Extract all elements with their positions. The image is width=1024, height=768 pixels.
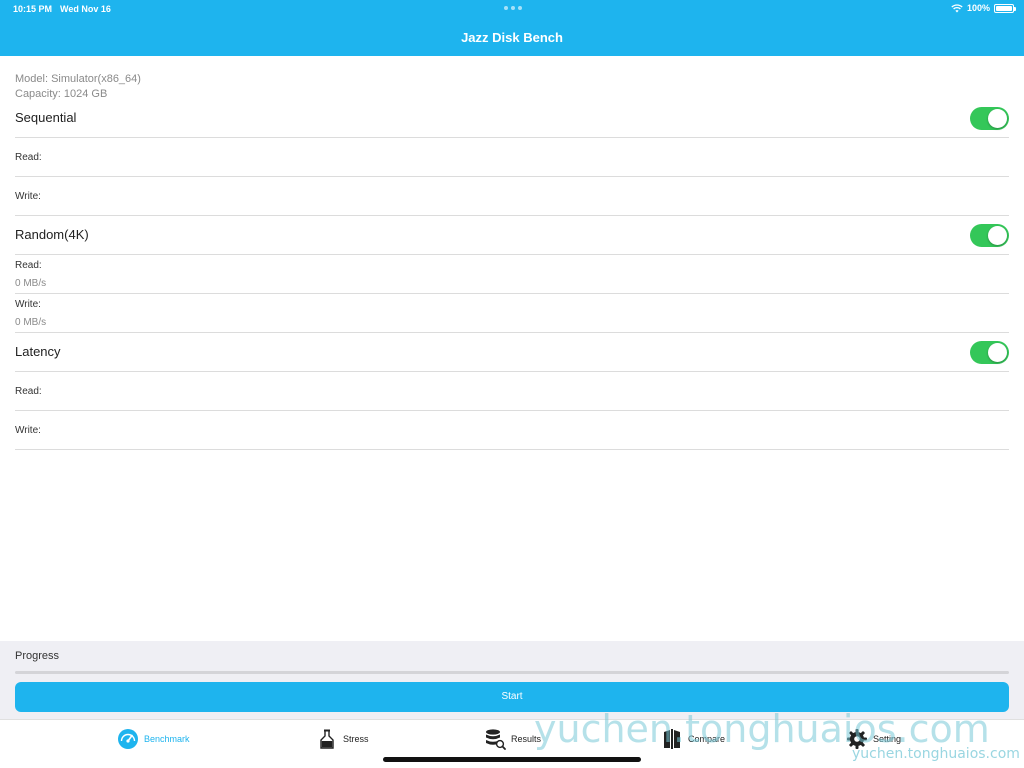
- sequential-write-label: Write:: [15, 191, 41, 202]
- tab-stress[interactable]: Stress: [316, 728, 369, 750]
- tab-label: Benchmark: [144, 734, 190, 744]
- latency-write-label: Write:: [15, 425, 41, 436]
- multitasking-dots-icon[interactable]: [504, 6, 522, 10]
- section-sequential: Sequential: [15, 99, 1009, 138]
- device-model: Model: Simulator(x86_64): [15, 73, 141, 85]
- battery-icon: [994, 3, 1016, 13]
- progress-label: Progress: [15, 650, 60, 662]
- flask-icon: [320, 729, 334, 749]
- database-search-icon: [486, 729, 506, 750]
- latency-read-row: Read:: [15, 372, 1009, 411]
- page-title: Jazz Disk Bench: [461, 30, 563, 45]
- progress-bar: [15, 671, 1009, 674]
- random-read-row: Read: 0 MB/s: [15, 255, 1009, 294]
- device-info: Model: Simulator(x86_64) Capacity: 1024 …: [15, 72, 141, 102]
- tab-label: Stress: [343, 734, 369, 744]
- section-title-sequential: Sequential: [15, 110, 77, 125]
- navigation-header: 10:15 PM Wed Nov 16 100% Jazz Disk Bench: [0, 0, 1024, 56]
- random-read-value: 0 MB/s: [15, 278, 47, 289]
- random-write-row: Write: 0 MB/s: [15, 294, 1009, 333]
- watermark-small: yuchen.tonghuaios.com: [852, 746, 1020, 762]
- toggle-knob: [988, 226, 1007, 245]
- section-latency: Latency: [15, 333, 1009, 372]
- sequential-toggle[interactable]: [970, 107, 1009, 130]
- home-indicator[interactable]: [383, 757, 641, 762]
- random-write-label: Write:: [15, 299, 41, 310]
- random-toggle[interactable]: [970, 224, 1009, 247]
- section-random: Random(4K): [15, 216, 1009, 255]
- latency-toggle[interactable]: [970, 341, 1009, 364]
- battery-percent: 100%: [966, 3, 990, 13]
- speedometer-icon: [118, 729, 138, 749]
- section-title-random: Random(4K): [15, 227, 89, 242]
- tab-results[interactable]: Results: [484, 728, 541, 750]
- sequential-write-row: Write:: [15, 177, 1009, 216]
- latency-write-row: Write:: [15, 411, 1009, 450]
- watermark: yuchen.tonghuaios.com: [534, 707, 990, 751]
- toggle-knob: [988, 343, 1007, 362]
- tab-benchmark[interactable]: Benchmark: [117, 728, 190, 750]
- status-time: 10:15 PM: [13, 4, 53, 14]
- status-date: Wed Nov 16: [60, 4, 111, 14]
- latency-read-label: Read:: [15, 386, 42, 397]
- sequential-read-label: Read:: [15, 152, 42, 163]
- random-write-value: 0 MB/s: [15, 317, 47, 328]
- status-right: 100%: [951, 3, 1016, 13]
- wifi-icon: [951, 3, 963, 12]
- section-title-latency: Latency: [15, 344, 61, 359]
- random-read-label: Read:: [15, 260, 42, 271]
- sequential-read-row: Read:: [15, 138, 1009, 177]
- toggle-knob: [988, 109, 1007, 128]
